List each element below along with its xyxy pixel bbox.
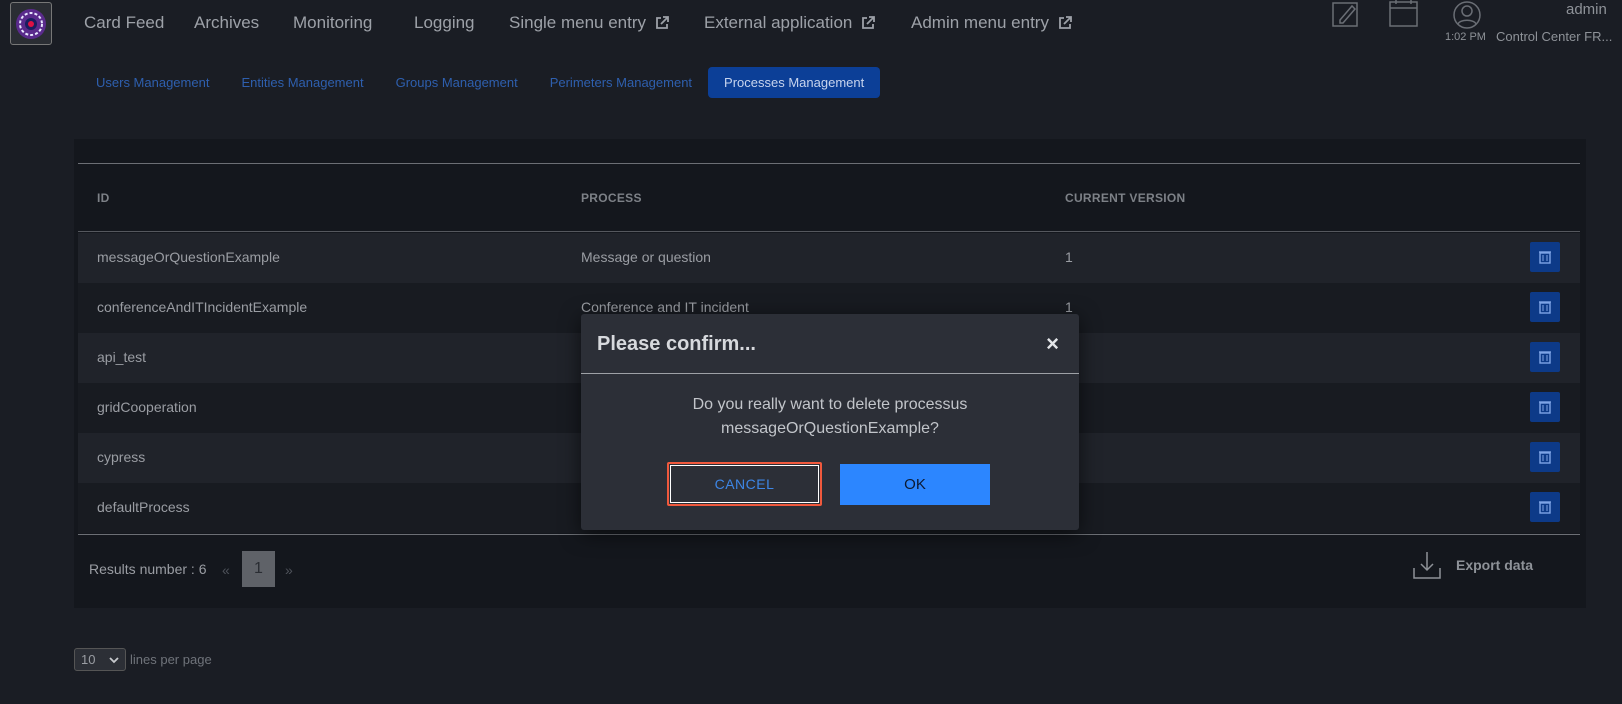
export-data-label: Export data [1456, 557, 1534, 573]
table-header: ID PROCESS CURRENT VERSION [78, 164, 1580, 232]
dialog-header: Please confirm... × [581, 314, 1079, 374]
pagination-page[interactable]: 1 [242, 551, 275, 587]
dialog-title: Please confirm... [597, 333, 756, 355]
delete-button[interactable] [1530, 342, 1560, 372]
tab-entities-management[interactable]: Entities Management [225, 67, 379, 98]
nav-archives[interactable]: Archives [194, 13, 259, 33]
column-header-current-version[interactable]: CURRENT VERSION [1065, 191, 1186, 205]
confirm-dialog: Please confirm... × Do you really want t… [581, 314, 1079, 530]
calendar-icon[interactable] [1389, 0, 1419, 33]
delete-button[interactable] [1530, 392, 1560, 422]
delete-button[interactable] [1530, 492, 1560, 522]
trash-icon [1539, 451, 1551, 464]
ok-button[interactable]: OK [840, 464, 990, 505]
cell-id: gridCooperation [97, 399, 197, 415]
nav-card-feed[interactable]: Card Feed [84, 13, 164, 33]
cell-id: defaultProcess [97, 499, 190, 515]
user-name[interactable]: admin [1566, 1, 1607, 18]
trash-icon [1539, 301, 1551, 314]
cell-version: 1 [1065, 299, 1073, 315]
close-icon[interactable]: × [1046, 331, 1059, 357]
dialog-message-line: Do you really want to delete processus [692, 396, 968, 413]
download-icon [1413, 552, 1441, 579]
trash-icon [1539, 501, 1551, 514]
dialog-message: Do you really want to delete processus m… [581, 393, 1079, 441]
nav-monitoring[interactable]: Monitoring [293, 13, 372, 33]
nav-card-feed-label: Card Feed [84, 13, 165, 32]
nav-logging[interactable]: Logging [414, 13, 475, 33]
nav-single-menu-entry[interactable]: Single menu entry [509, 13, 670, 33]
admin-subnav: Users Management Entities Management Gro… [80, 64, 881, 100]
user-avatar-icon[interactable] [1452, 0, 1482, 35]
nav-monitoring-label: Monitoring [293, 13, 373, 32]
lines-per-page-value: 10 [81, 652, 96, 667]
results-count: Results number : 6 [89, 561, 207, 577]
nav-external-application[interactable]: External application [704, 13, 876, 33]
lines-per-page-label: lines per page [130, 652, 212, 667]
column-header-process[interactable]: PROCESS [581, 191, 642, 205]
top-bar: Card Feed Archives Monitoring Logging Si… [0, 0, 1622, 50]
clock-time: 1:02 PM [1445, 31, 1486, 43]
cell-process: Message or question [581, 249, 711, 265]
cell-id: cypress [97, 449, 146, 465]
table-divider [78, 534, 1580, 535]
nav-logging-label: Logging [414, 13, 475, 32]
pagination-next[interactable]: » [285, 562, 293, 578]
cell-id: api_test [97, 349, 147, 365]
control-center-name: Control Center FR... [1496, 29, 1613, 44]
nav-admin-menu-entry[interactable]: Admin menu entry [911, 13, 1073, 33]
cell-id: conferenceAndITIncidentExample [97, 299, 308, 315]
nav-archives-label: Archives [194, 13, 260, 32]
external-link-icon [1059, 16, 1072, 29]
trash-icon [1539, 251, 1551, 264]
nav-external-application-label: External application [704, 13, 853, 32]
lines-per-page-select[interactable]: 10 [74, 648, 126, 671]
export-data-button[interactable]: Export data [1412, 550, 1533, 580]
cancel-button[interactable]: CANCEL [667, 462, 822, 506]
app-logo-icon[interactable] [10, 2, 52, 45]
tab-groups-management[interactable]: Groups Management [380, 67, 534, 98]
dialog-message-line: messageOrQuestionExample? [721, 420, 939, 437]
column-header-id[interactable]: ID [97, 191, 110, 205]
nav-admin-menu-entry-label: Admin menu entry [911, 13, 1049, 32]
trash-icon [1539, 351, 1551, 364]
table-row[interactable]: messageOrQuestionExample Message or ques… [78, 233, 1580, 283]
cell-id: messageOrQuestionExample [97, 249, 280, 265]
cell-version: 1 [1065, 249, 1073, 265]
nav-single-menu-entry-label: Single menu entry [509, 13, 647, 32]
external-link-icon [862, 16, 876, 29]
cell-process: Conference and IT incident [581, 299, 749, 315]
delete-button[interactable] [1530, 292, 1560, 322]
pagination-prev[interactable]: « [222, 562, 230, 578]
trash-icon [1539, 401, 1551, 414]
tab-users-management[interactable]: Users Management [80, 67, 225, 98]
tab-processes-management[interactable]: Processes Management [708, 66, 881, 98]
delete-button[interactable] [1530, 242, 1560, 272]
tab-perimeters-management[interactable]: Perimeters Management [534, 67, 708, 98]
external-link-icon [656, 16, 669, 29]
chevron-down-icon [109, 656, 119, 663]
create-card-icon[interactable] [1332, 0, 1360, 33]
delete-button[interactable] [1530, 442, 1560, 472]
